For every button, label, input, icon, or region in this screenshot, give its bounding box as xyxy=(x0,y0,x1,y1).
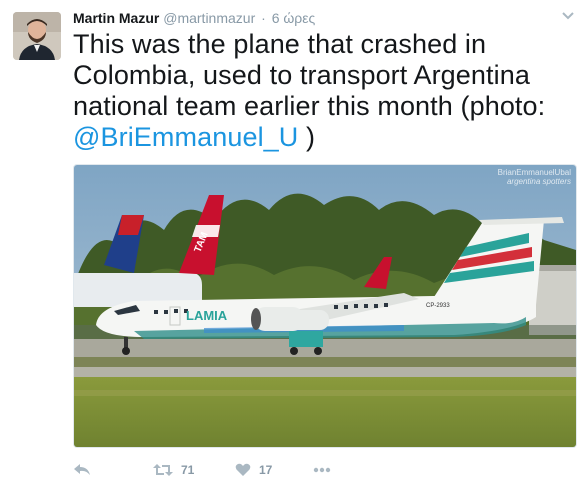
tweet-header: Martin Mazur @martinmazur · 6 ώρες xyxy=(73,9,315,27)
watermark-line1: BrianEmmanuelUbal xyxy=(498,168,572,177)
timestamp[interactable]: 6 ώρες xyxy=(272,10,316,26)
mention-link[interactable]: @BriEmmanuel_U xyxy=(73,122,298,152)
retweet-button[interactable]: 71 xyxy=(153,458,194,482)
tweet-text-body: This was the plane that crashed in Colom… xyxy=(73,29,546,121)
registration-text: CP-2933 xyxy=(426,303,450,309)
avatar-image xyxy=(13,12,61,60)
chevron-down-icon[interactable] xyxy=(560,8,576,24)
tweet-photo[interactable]: LAMIA CP-2933 TAM BrianEmmanuelUbal arge… xyxy=(73,164,577,448)
like-count: 17 xyxy=(259,463,273,477)
aircraft-photo: LAMIA CP-2933 TAM BrianEmmanuelUbal arge… xyxy=(74,165,576,447)
separator: · xyxy=(261,10,266,26)
handle[interactable]: @martinmazur xyxy=(163,10,255,26)
livery-text: LAMIA xyxy=(186,308,228,323)
tweet-text-end: ) xyxy=(298,122,316,152)
tweet-actions: 71 17 xyxy=(73,458,578,482)
heart-icon xyxy=(235,463,251,476)
avatar[interactable] xyxy=(13,12,61,60)
retweet-icon xyxy=(153,464,173,476)
watermark-line2: argentina spotters xyxy=(507,177,571,186)
retweet-count: 71 xyxy=(181,463,195,477)
more-button[interactable] xyxy=(313,458,331,482)
display-name[interactable]: Martin Mazur xyxy=(73,10,159,26)
more-icon xyxy=(313,467,331,473)
tweet: Martin Mazur @martinmazur · 6 ώρες This … xyxy=(0,0,585,490)
like-button[interactable]: 17 xyxy=(235,458,272,482)
reply-button[interactable] xyxy=(73,458,91,482)
tweet-text: This was the plane that crashed in Colom… xyxy=(73,29,578,153)
reply-icon xyxy=(74,464,90,475)
